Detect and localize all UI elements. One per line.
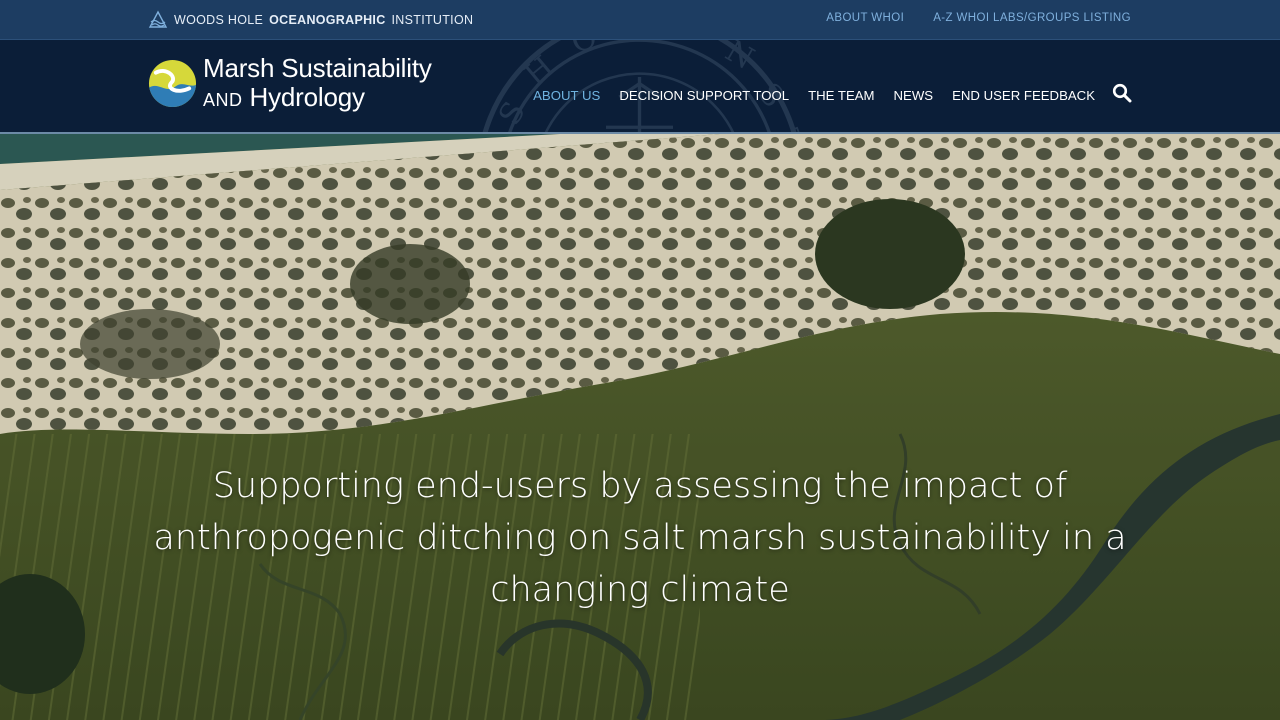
nav-the-team[interactable]: THE TEAM <box>808 88 874 103</box>
main-nav: ABOUT US DECISION SUPPORT TOOL THE TEAM … <box>533 88 1095 103</box>
aerial-marsh-image <box>0 134 1280 720</box>
nav-about-us[interactable]: ABOUT US <box>533 88 600 103</box>
whoi-brand-link[interactable]: WOODS HOLE OCEANOGRAPHIC INSTITUTION <box>148 10 473 30</box>
institution-seal-watermark: S H O N S T <box>482 40 807 133</box>
whoi-logo-icon <box>148 10 168 28</box>
nav-end-user-feedback[interactable]: END USER FEEDBACK <box>952 88 1095 103</box>
top-utility-bar: WOODS HOLE OCEANOGRAPHIC INSTITUTION ABO… <box>0 0 1280 40</box>
brand-prefix: WOODS HOLE <box>174 13 264 27</box>
hero-line-2: anthropogenic ditching on salt marsh sus… <box>153 518 1127 558</box>
logo-hydrology: Hydrology <box>249 82 365 113</box>
brand-suffix: INSTITUTION <box>391 13 474 27</box>
brand-bold: OCEANOGRAPHIC <box>269 13 386 27</box>
hero-banner: Supporting end-users by assessing the im… <box>0 134 1280 720</box>
nav-decision-support-tool[interactable]: DECISION SUPPORT TOOL <box>619 88 789 103</box>
logo-line-1: Marsh Sustainability <box>203 53 432 83</box>
labs-groups-listing-link[interactable]: A-Z WHOI LABS/GROUPS LISTING <box>933 12 1131 24</box>
search-icon[interactable] <box>1112 83 1132 103</box>
main-header: S H O N S T Marsh Sustainability AND Hyd… <box>0 40 1280 133</box>
site-logo[interactable]: Marsh Sustainability AND Hydrology <box>148 53 432 112</box>
logo-line-2: AND Hydrology <box>203 83 432 112</box>
marsh-logo-icon <box>148 59 197 107</box>
hero-tagline: Supporting end-users by assessing the im… <box>140 460 1140 616</box>
about-whoi-link[interactable]: ABOUT WHOI <box>826 12 904 24</box>
nav-news[interactable]: NEWS <box>894 88 934 103</box>
hero-line-1: Supporting end-users by assessing the im… <box>212 466 1068 506</box>
logo-and: AND <box>203 90 243 111</box>
logo-text: Marsh Sustainability AND Hydrology <box>203 53 432 112</box>
utility-links: ABOUT WHOI A-Z WHOI LABS/GROUPS LISTING <box>826 12 1131 24</box>
hero-line-3: changing climate <box>490 570 790 610</box>
svg-text:H: H <box>518 49 561 93</box>
